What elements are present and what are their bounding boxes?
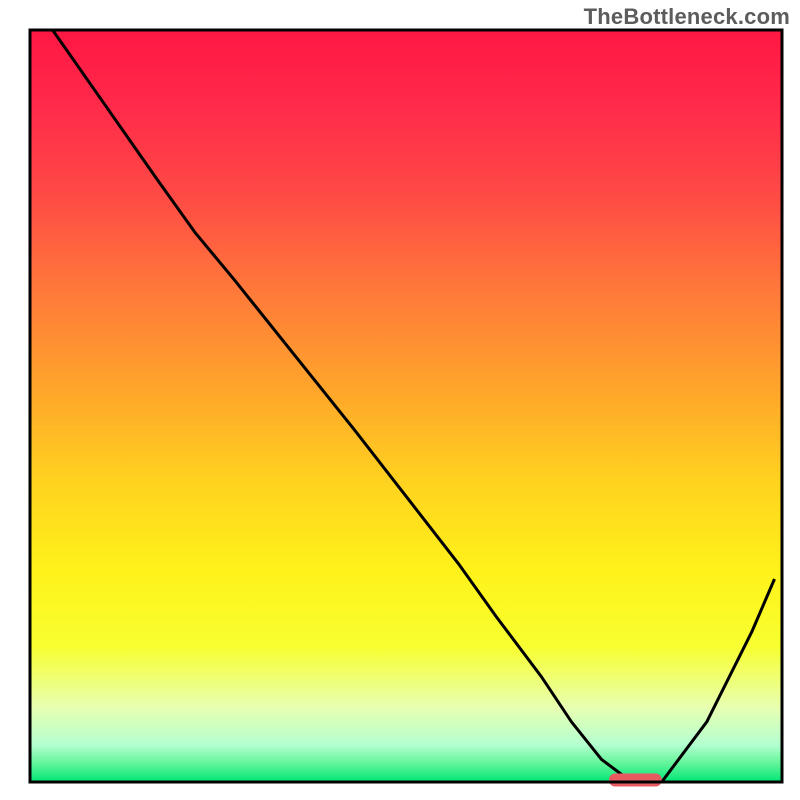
bottleneck-chart (0, 0, 800, 800)
optimal-marker (609, 774, 662, 787)
chart-container: TheBottleneck.com (0, 0, 800, 800)
gradient-background (30, 30, 782, 782)
